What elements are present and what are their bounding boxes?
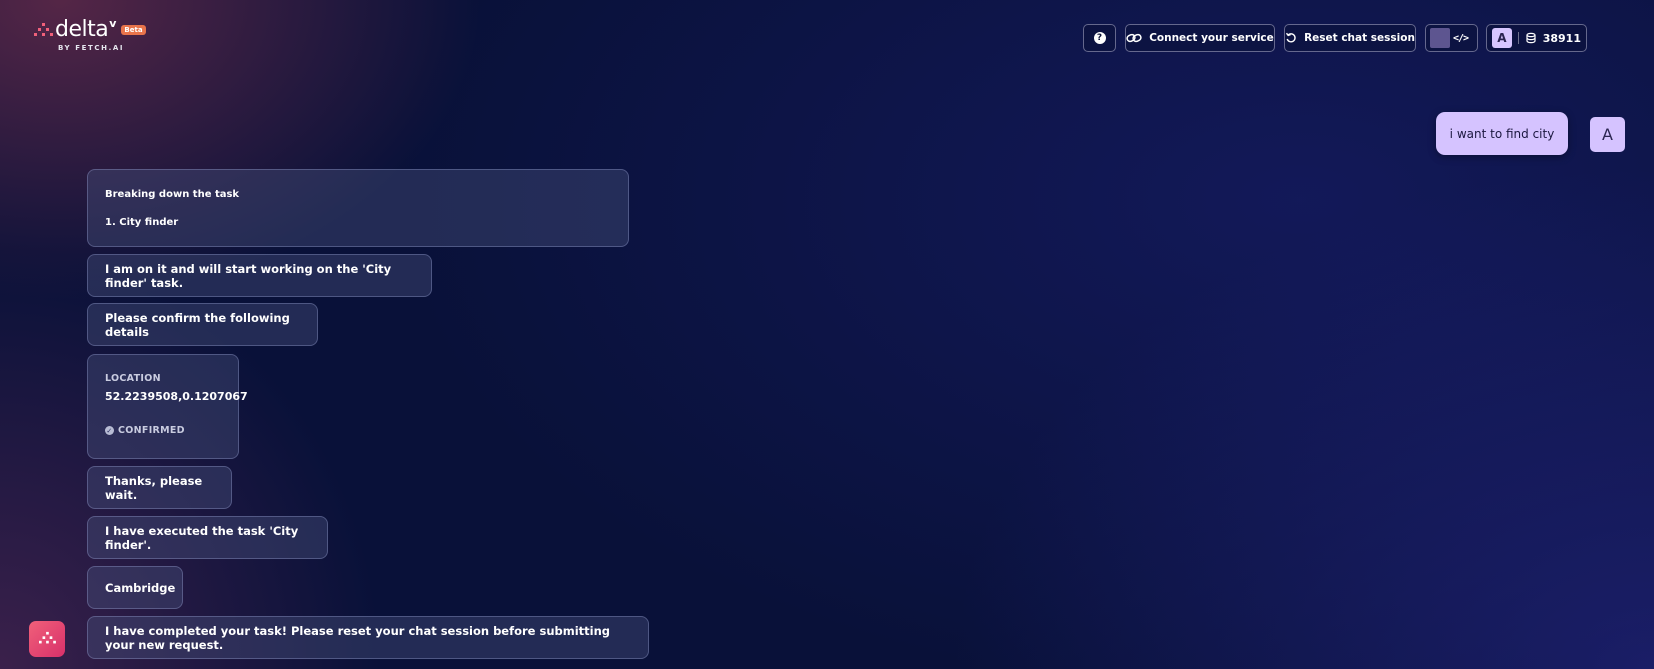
user-initial-avatar: A <box>1492 28 1512 48</box>
confirmed-status: ✓ CONFIRMED <box>105 425 185 436</box>
bot-message-text: Cambridge <box>105 580 176 595</box>
bot-message-text: I am on it and will start working on the… <box>105 261 392 290</box>
connect-service-button[interactable]: Connect your service <box>1125 24 1275 52</box>
connect-service-label: Connect your service <box>1149 32 1274 44</box>
location-value: 52.2239508,0.1207067 <box>105 390 248 403</box>
breakdown-item: 1. City finder <box>105 216 179 228</box>
user-credits[interactable]: A 38911 <box>1486 24 1587 52</box>
app-logo[interactable]: delta v Beta BY FETCH.AI <box>33 17 146 52</box>
bot-message-text: I have executed the task 'City finder'. <box>105 523 299 552</box>
logo-byline: BY FETCH.AI <box>58 44 125 52</box>
bot-message-text: I have completed your task! Please reset… <box>105 623 611 652</box>
delta-fab-button[interactable] <box>29 621 65 657</box>
location-label: LOCATION <box>105 373 161 384</box>
code-icon: </> <box>1452 32 1469 44</box>
reset-arrow-icon <box>1286 32 1296 43</box>
logo-wordmark: delta <box>55 17 109 42</box>
credits-count: 38911 <box>1542 31 1581 45</box>
delta-logo-icon <box>34 23 53 36</box>
divider <box>1517 32 1519 44</box>
bot-message-text: Thanks, please wait. <box>105 473 203 502</box>
coins-stack-icon <box>1525 32 1537 44</box>
user-message-text: i want to find city <box>1449 126 1555 141</box>
location-confirmation-card: LOCATION 52.2239508,0.1207067 ✓ CONFIRME… <box>87 354 248 459</box>
bot-message-completed: I have completed your task! Please reset… <box>87 616 649 659</box>
developer-toggle[interactable]: </> <box>1425 24 1478 52</box>
bot-message-result: Cambridge <box>87 566 183 609</box>
user-avatar: A <box>1590 117 1625 152</box>
help-button[interactable]: ? <box>1083 24 1116 52</box>
developer-swatch <box>1430 28 1450 48</box>
task-breakdown-message: Breaking down the task 1. City finder <box>87 169 629 247</box>
bot-message-wait: Thanks, please wait. <box>87 466 232 509</box>
confirmed-status-label: CONFIRMED <box>118 425 185 436</box>
reset-chat-label: Reset chat session <box>1304 32 1415 44</box>
logo-superscript: v <box>109 17 117 30</box>
check-circle-icon: ✓ <box>105 426 114 435</box>
bot-message-confirm: Please confirm the following details <box>87 303 318 346</box>
reset-chat-button[interactable]: Reset chat session <box>1284 24 1416 52</box>
link-icon <box>1126 33 1142 43</box>
bot-message-executed: I have executed the task 'City finder'. <box>87 516 328 559</box>
bot-message-text: Please confirm the following details <box>105 310 290 339</box>
user-message-bubble: i want to find city <box>1436 112 1568 155</box>
question-circle-icon: ? <box>1093 32 1106 44</box>
breakdown-title: Breaking down the task <box>105 188 240 200</box>
delta-logo-icon <box>39 631 56 644</box>
bot-message-on-it: I am on it and will start working on the… <box>87 254 432 297</box>
beta-badge: Beta <box>121 25 146 35</box>
